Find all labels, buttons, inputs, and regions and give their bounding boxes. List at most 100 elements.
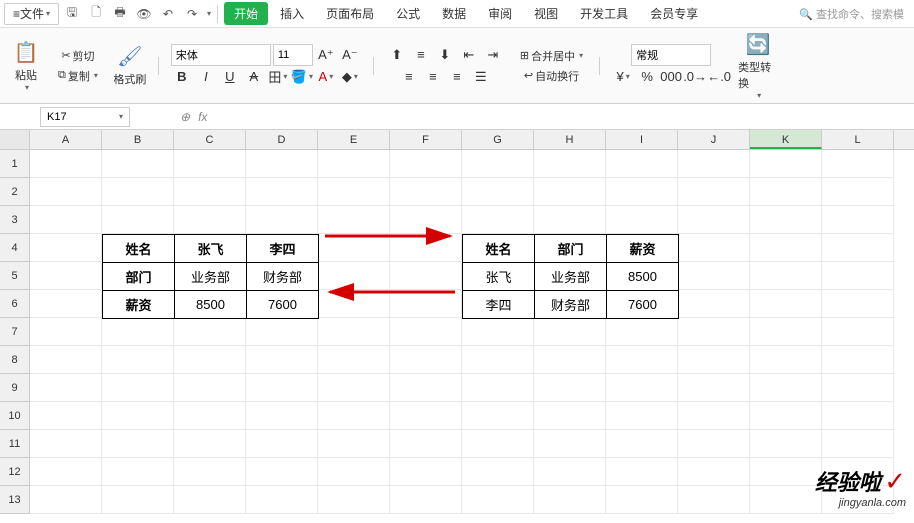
row-header[interactable]: 6 (0, 290, 30, 318)
cell[interactable] (678, 458, 750, 486)
cell[interactable] (462, 486, 534, 514)
tab-dev[interactable]: 开发工具 (570, 2, 638, 25)
cell[interactable] (390, 486, 462, 514)
font-name-select[interactable] (171, 44, 271, 66)
cell[interactable] (30, 290, 102, 318)
expand-icon[interactable]: ⊕ (180, 110, 190, 124)
cell[interactable]: 姓名 (103, 235, 175, 263)
cell[interactable]: 李四 (247, 235, 319, 263)
cell[interactable] (606, 206, 678, 234)
cell[interactable] (318, 178, 390, 206)
cell[interactable] (174, 346, 246, 374)
cell[interactable] (390, 374, 462, 402)
wrap-button[interactable]: ↩ 自动换行 (520, 66, 583, 86)
cell[interactable] (30, 374, 102, 402)
cell[interactable] (102, 402, 174, 430)
cell[interactable] (822, 234, 894, 262)
cut-button[interactable]: ✂ 剪切 (57, 46, 98, 66)
cell[interactable] (462, 402, 534, 430)
formula-input[interactable] (215, 107, 914, 127)
fx-icon[interactable]: fx (198, 110, 207, 124)
cell[interactable] (678, 318, 750, 346)
cell[interactable] (678, 402, 750, 430)
undo-icon[interactable]: ↶ (157, 3, 179, 25)
cell[interactable] (534, 458, 606, 486)
redo-icon[interactable]: ↷ (181, 3, 203, 25)
cell[interactable] (534, 374, 606, 402)
search-box[interactable]: 🔍 查找命令、搜索模 (793, 4, 910, 24)
cell[interactable] (246, 374, 318, 402)
row-header[interactable]: 13 (0, 486, 30, 514)
decrease-font-icon[interactable]: A⁻ (339, 44, 361, 66)
decrease-decimal-icon[interactable]: ←.0 (708, 66, 730, 88)
merge-button[interactable]: ⊞ 合并居中▾ (516, 46, 587, 66)
align-top-icon[interactable]: ⬆ (386, 44, 408, 66)
cell[interactable] (606, 374, 678, 402)
col-header[interactable]: I (606, 130, 678, 149)
paste-button[interactable]: 📋 粘贴▾ (6, 36, 46, 96)
row-header[interactable]: 12 (0, 458, 30, 486)
cell[interactable]: 8500 (175, 291, 247, 319)
cell[interactable] (102, 486, 174, 514)
cell[interactable] (462, 346, 534, 374)
cell[interactable] (246, 458, 318, 486)
col-header[interactable]: C (174, 130, 246, 149)
tab-layout[interactable]: 页面布局 (316, 2, 384, 25)
cell[interactable] (246, 402, 318, 430)
cell[interactable] (102, 374, 174, 402)
align-right-icon[interactable]: ≡ (446, 66, 468, 88)
cell[interactable] (102, 206, 174, 234)
cell[interactable]: 张飞 (463, 263, 535, 291)
cell[interactable] (606, 402, 678, 430)
justify-icon[interactable]: ☰ (470, 66, 492, 88)
cell[interactable] (750, 290, 822, 318)
cell[interactable] (678, 486, 750, 514)
cell[interactable] (822, 290, 894, 318)
cell[interactable] (390, 402, 462, 430)
thousands-icon[interactable]: 000 (660, 66, 682, 88)
cell[interactable] (30, 262, 102, 290)
cell[interactable] (30, 234, 102, 262)
fill-color-button[interactable]: 🪣▾ (291, 66, 313, 88)
cell[interactable] (30, 346, 102, 374)
col-header[interactable]: E (318, 130, 390, 149)
cell[interactable] (102, 430, 174, 458)
cell[interactable] (750, 430, 822, 458)
cell[interactable] (678, 150, 750, 178)
file-menu[interactable]: ≡ 文件 ▾ (4, 3, 59, 25)
cell[interactable] (534, 150, 606, 178)
cell[interactable] (750, 318, 822, 346)
cell[interactable] (678, 234, 750, 262)
cell[interactable] (678, 262, 750, 290)
cell[interactable] (750, 206, 822, 234)
cell[interactable] (534, 346, 606, 374)
tab-start[interactable]: 开始 (224, 2, 268, 25)
cell[interactable] (678, 206, 750, 234)
increase-font-icon[interactable]: A⁺ (315, 44, 337, 66)
cell[interactable] (822, 318, 894, 346)
cell[interactable] (246, 178, 318, 206)
cell[interactable] (102, 150, 174, 178)
cell[interactable] (606, 430, 678, 458)
select-all-corner[interactable] (0, 130, 30, 149)
row-header[interactable]: 8 (0, 346, 30, 374)
cell[interactable] (822, 262, 894, 290)
cell[interactable]: 业务部 (175, 263, 247, 291)
cell[interactable] (246, 318, 318, 346)
number-format-select[interactable] (631, 44, 711, 66)
tab-formula[interactable]: 公式 (386, 2, 430, 25)
bold-button[interactable]: B (171, 66, 193, 88)
cell[interactable] (390, 346, 462, 374)
cell[interactable] (30, 318, 102, 346)
row-header[interactable]: 9 (0, 374, 30, 402)
cell[interactable] (678, 290, 750, 318)
border-button[interactable]: 田▾ (267, 66, 289, 88)
col-header[interactable]: G (462, 130, 534, 149)
font-size-select[interactable] (273, 44, 313, 66)
cell[interactable] (462, 430, 534, 458)
tab-data[interactable]: 数据 (432, 2, 476, 25)
cell[interactable] (822, 430, 894, 458)
cell[interactable]: 李四 (463, 291, 535, 319)
cell[interactable] (534, 318, 606, 346)
font-color-button[interactable]: A▾ (315, 66, 337, 88)
